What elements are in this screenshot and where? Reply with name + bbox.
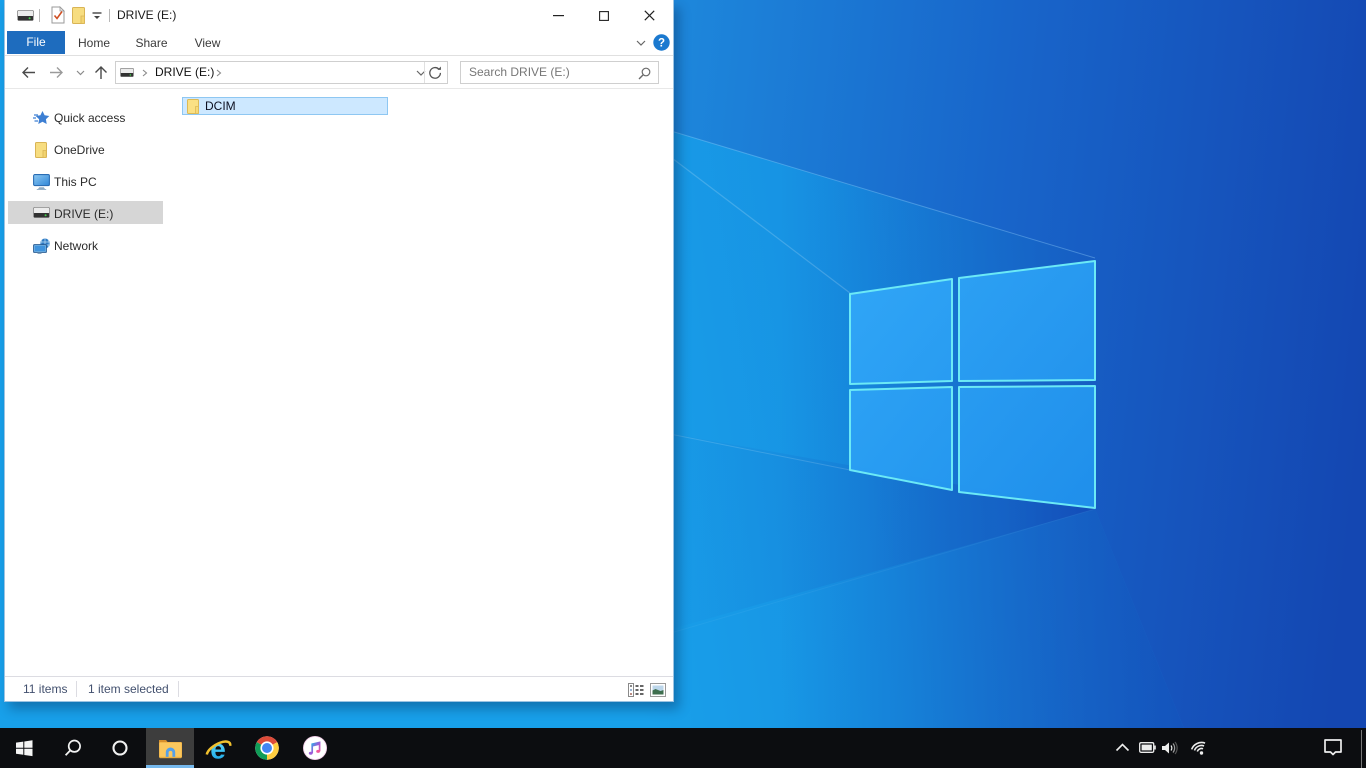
svg-text:e: e (210, 734, 226, 763)
svg-text:?: ? (658, 38, 665, 50)
